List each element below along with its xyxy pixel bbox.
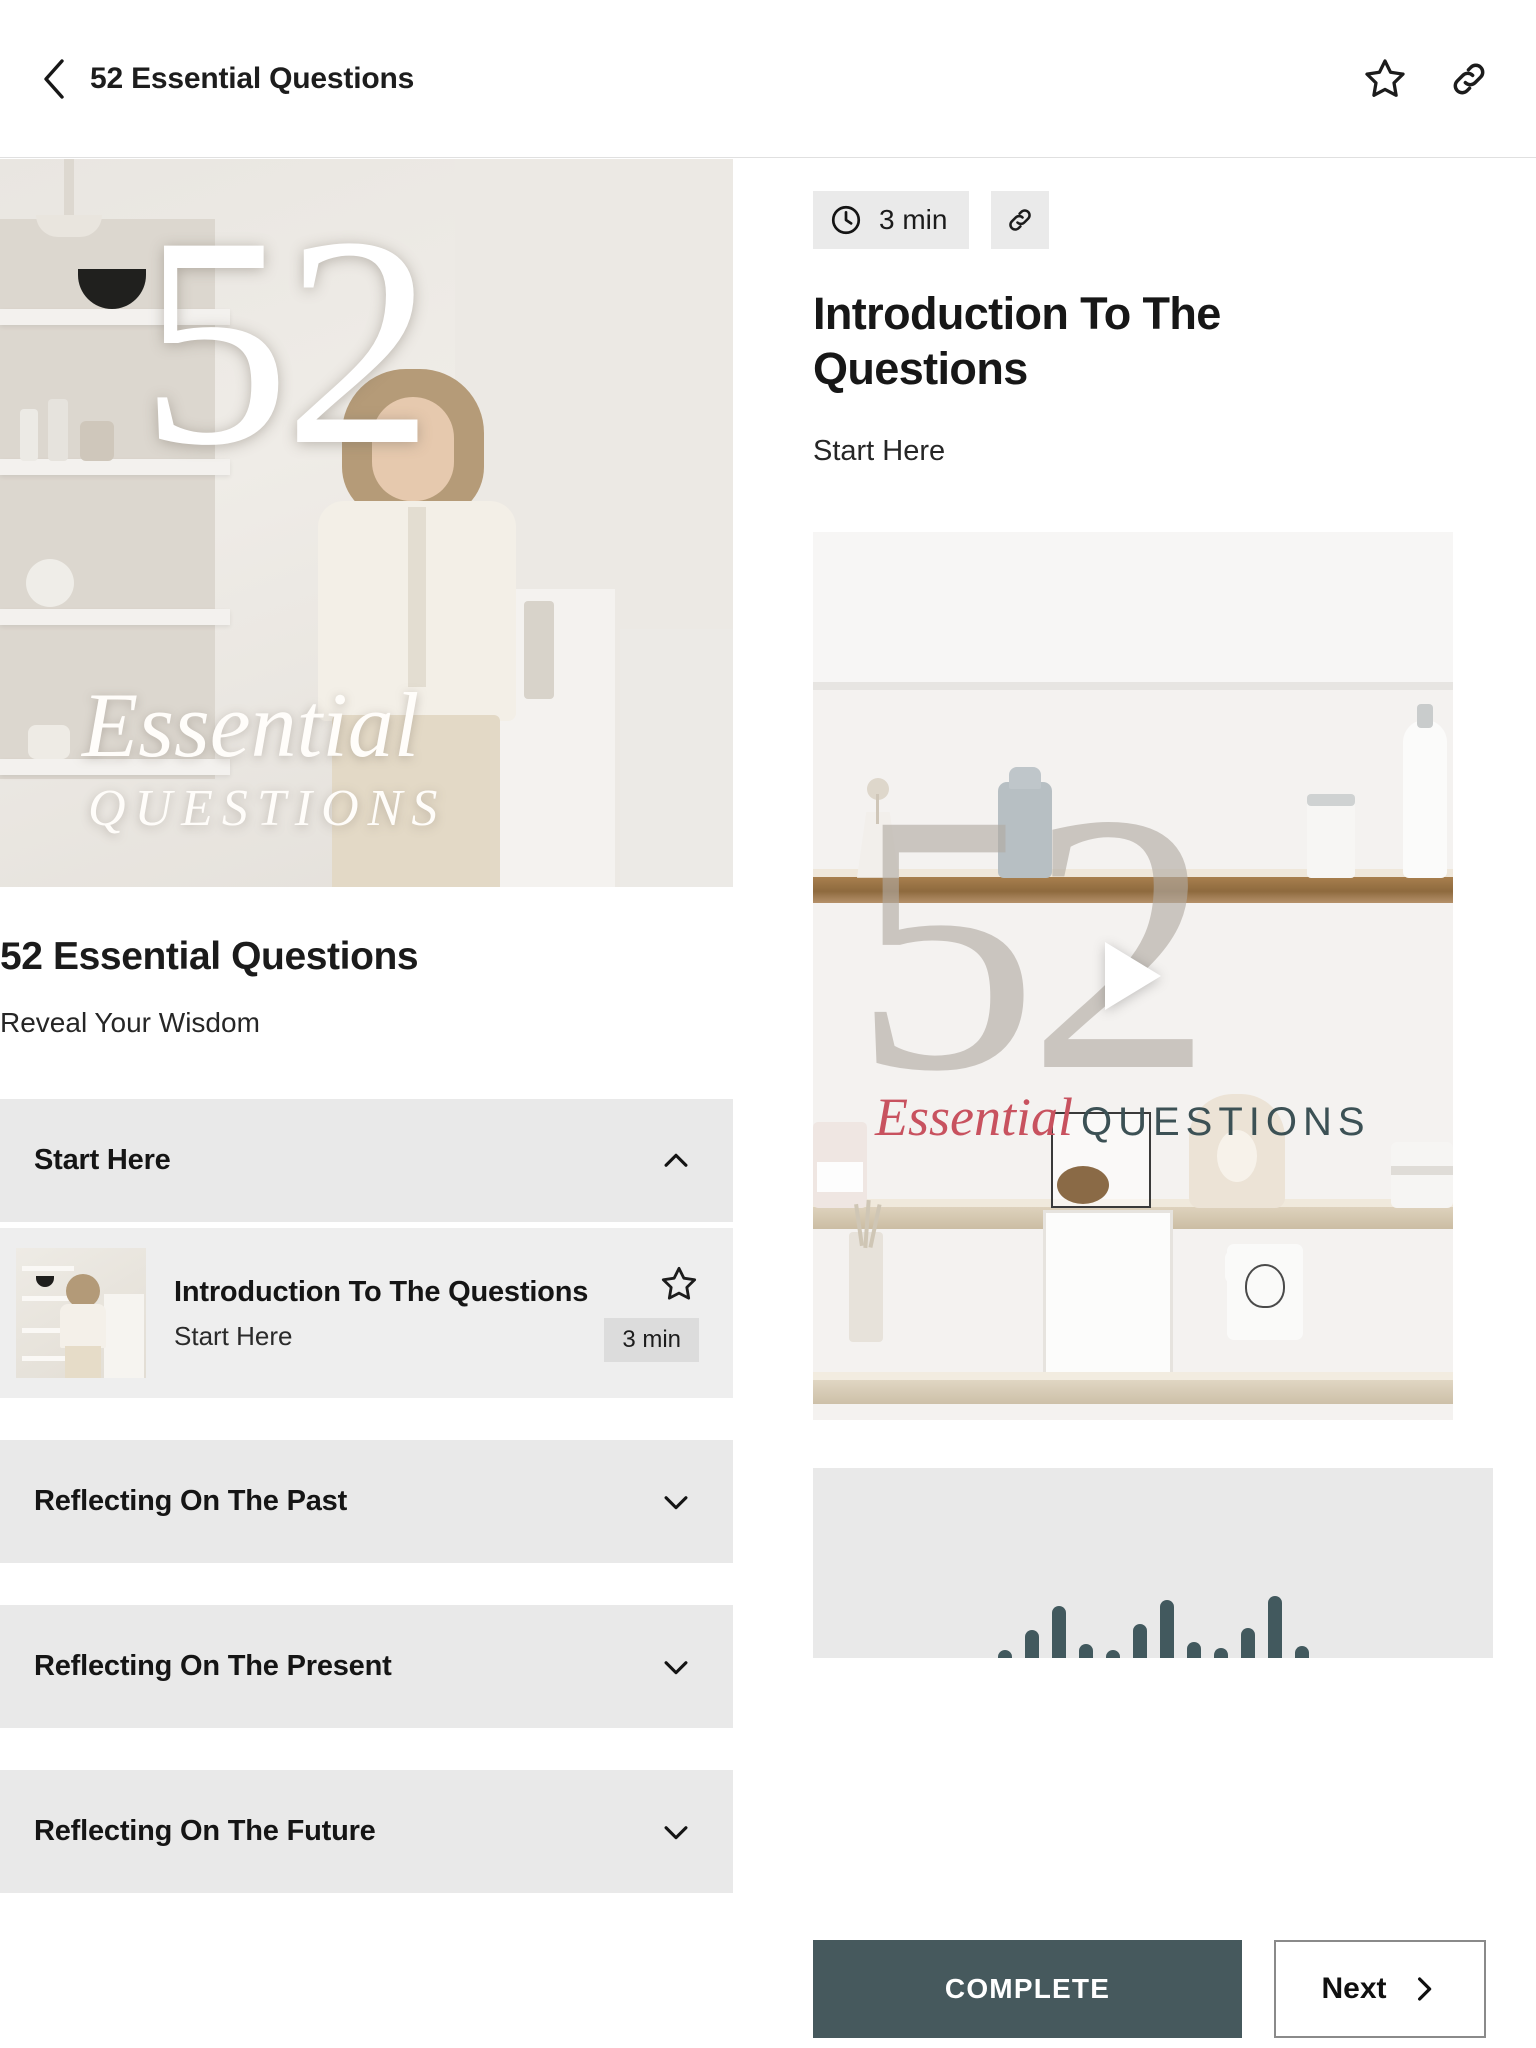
section-label: Reflecting On The Future (34, 1815, 376, 1847)
course-hero-image: 52 Essential QUESTIONS (0, 159, 733, 887)
video-overlay-caps-word: QUESTIONS (1081, 1099, 1371, 1144)
audio-waveform (813, 1538, 1493, 1658)
lesson-title: Introduction To The Questions (174, 1275, 589, 1308)
lesson-duration-text: 3 min (879, 204, 948, 235)
lesson-share-button[interactable] (991, 191, 1050, 249)
chevron-down-icon (659, 1650, 693, 1684)
chevron-right-icon (1417, 1977, 1431, 2001)
course-sidebar: 52 Essential QUESTIONS 52 Essential Ques… (0, 159, 733, 1899)
page-title: 52 Essential Questions (90, 61, 415, 95)
course-subtitle: Reveal Your Wisdom (0, 1007, 260, 1038)
video-overlay-script-word: Essential (875, 1086, 1073, 1147)
lesson-heading: Introduction To The Questions (813, 288, 1221, 394)
chevron-down-icon (659, 1485, 693, 1519)
next-button[interactable]: Next (1274, 1940, 1486, 2038)
back-button[interactable] (34, 55, 74, 103)
top-bar: 52 Essential Questions (0, 0, 1536, 158)
lesson-meta: 3 min (604, 1264, 699, 1363)
lesson-duration-chip: 3 min (813, 191, 970, 249)
lesson-meta-row: 3 min (813, 191, 1536, 249)
chevron-down-icon (659, 1815, 693, 1849)
chevron-up-icon (659, 1144, 693, 1178)
lesson-detail-panel: 3 min Introduction To The Questions Star… (813, 159, 1536, 1658)
content-area: 52 Essential QUESTIONS 52 Essential Ques… (0, 159, 1536, 2048)
section-header-reflecting-present[interactable]: Reflecting On The Present (0, 1605, 733, 1728)
link-icon (1009, 209, 1032, 231)
curriculum-accordion: Start Here Introduction To The Questions… (0, 1099, 733, 1893)
lesson-duration-badge: 3 min (604, 1317, 699, 1363)
play-icon[interactable] (1105, 941, 1161, 1010)
section-header-reflecting-future[interactable]: Reflecting On The Future (0, 1770, 733, 1893)
clock-icon (831, 205, 861, 235)
chevron-left-icon (44, 58, 64, 99)
link-icon (1453, 63, 1485, 94)
lesson-thumbnail (16, 1248, 146, 1378)
hero-number: 52 (140, 175, 434, 507)
section-label: Reflecting On The Present (34, 1650, 392, 1682)
complete-button[interactable]: COMPLETE (813, 1940, 1242, 2038)
audio-player[interactable] (813, 1467, 1493, 1658)
star-outline-icon (661, 1266, 697, 1300)
star-outline-icon (1365, 58, 1405, 97)
shelf-upper (813, 868, 1453, 903)
section-header-start-here[interactable]: Start Here (0, 1099, 733, 1222)
next-button-label: Next (1321, 1972, 1387, 2005)
lesson-section-name: Start Here (174, 1321, 293, 1352)
video-player[interactable]: 52 Essential QUESTIONS (813, 531, 1453, 1420)
lesson-list-item[interactable]: Introduction To The Questions Start Here… (0, 1228, 733, 1398)
lesson-action-bar: COMPLETE Next (813, 1930, 1536, 2048)
lesson-text-block: Introduction To The Questions Start Here (174, 1274, 604, 1352)
share-link-button[interactable] (1446, 56, 1492, 102)
hero-text-overlay: 52 Essential QUESTIONS (0, 159, 733, 887)
lesson-breadcrumb-section: Start Here (813, 434, 946, 467)
lesson-page: 52 Essential Questions 52 Essential QUES… (0, 0, 1536, 2048)
section-header-reflecting-past[interactable]: Reflecting On The Past (0, 1440, 733, 1563)
favorite-star-button[interactable] (1362, 56, 1408, 102)
section-label: Reflecting On The Past (34, 1485, 348, 1517)
lesson-favorite-button[interactable] (659, 1264, 699, 1304)
hero-caps-word: QUESTIONS (88, 780, 447, 837)
hero-script-word: Essential (82, 674, 420, 776)
section-label: Start Here (34, 1144, 171, 1176)
top-bar-actions (1362, 56, 1492, 102)
course-title: 52 Essential Questions (0, 935, 419, 978)
